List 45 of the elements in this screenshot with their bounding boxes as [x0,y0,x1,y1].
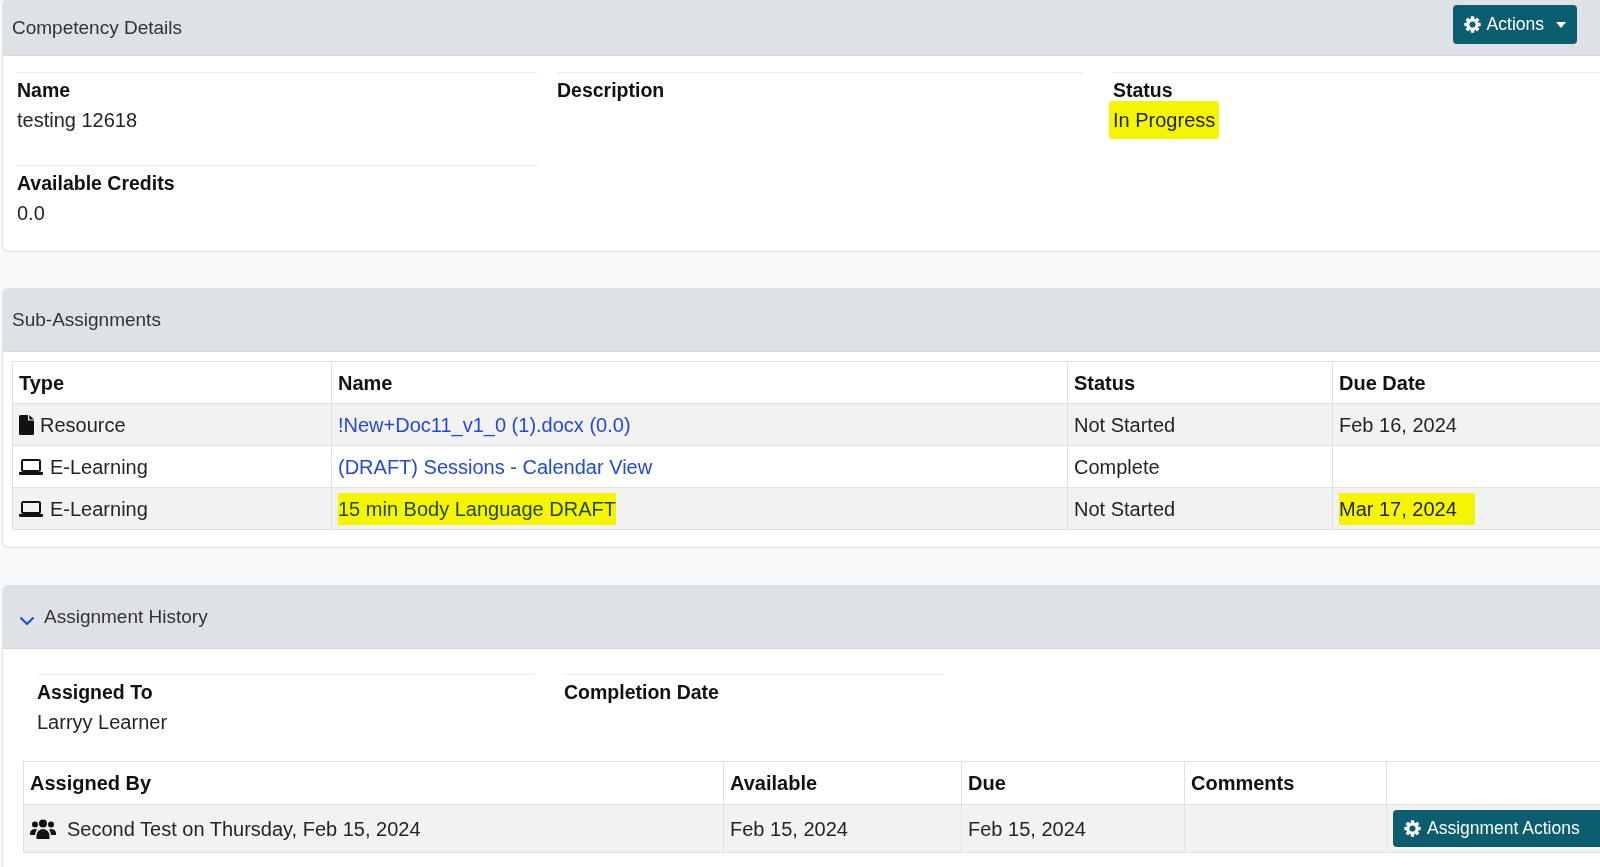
card-title: Sub-Assignments [12,308,161,332]
column-header: Available [723,761,962,805]
type-label: E-Learning [50,454,148,480]
field-label: Available Credits [17,171,176,196]
due-date: Mar 17, 2024 [1339,492,1475,525]
gear-icon [1404,820,1421,837]
field-label: Completion Date [564,680,720,705]
field-label: Status [1113,78,1174,103]
due-date: Feb 16, 2024 [1339,413,1457,436]
laptop-icon [19,458,43,475]
assigned-by-text: Second Test on Thursday, Feb 15, 2024 [67,816,421,842]
gear-icon [1463,16,1481,33]
column-header: Type [12,361,332,404]
type-label: E-Learning [50,496,148,522]
caret-down-icon [1556,21,1566,28]
field-value: testing 12618 [17,108,138,133]
users-icon [30,818,56,839]
field-label: Assigned To [37,680,154,705]
table-cell: Not Started [1067,403,1333,446]
assignment-link[interactable]: (DRAFT) Sessions - Calendar View [338,455,653,478]
field-label: Name [17,78,72,103]
column-header: Due [961,761,1185,805]
file-icon [19,414,34,435]
assignment-actions-button[interactable]: Assignment Actions [1393,810,1600,847]
table-cell: Feb 15, 2024 [961,804,1185,853]
laptop-icon [19,500,43,517]
chevron-down-icon[interactable] [19,616,35,626]
column-header: Status [1067,361,1333,404]
actions-button[interactable]: Actions [1452,5,1577,44]
card-title: Competency Details [12,15,183,40]
column-header: Comments [1184,761,1387,805]
column-header: Due Date [1332,361,1600,404]
field-value: 0.0 [17,201,45,226]
card-title: Assignment History [44,605,208,629]
type-label: Resource [40,412,126,438]
column-header: Assigned By [23,761,724,805]
table-cell: Not Started [1067,487,1333,530]
table-cell: Complete [1067,445,1333,488]
assignment-link[interactable]: !New+Doc11_v1_0 (1).docx (0.0) [338,413,631,436]
field-value: In Progress [1109,101,1220,139]
field-label: Description [557,78,666,103]
assignment-link[interactable]: 15 min Body Language DRAFT [338,492,616,525]
table-cell: Feb 15, 2024 [723,804,962,853]
column-header: Name [331,361,1068,404]
field-value: Larryy Learner [37,710,168,735]
